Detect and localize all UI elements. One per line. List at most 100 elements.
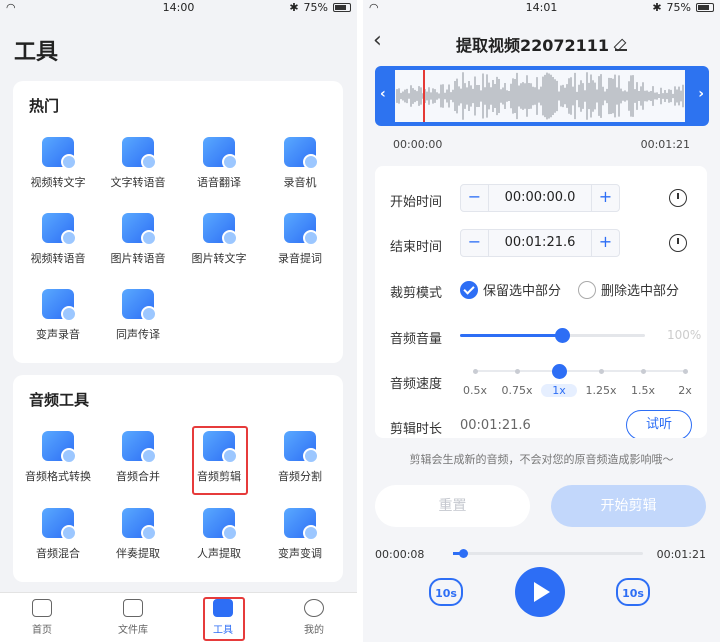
speed-tick[interactable] [683, 369, 688, 374]
speed-option[interactable]: 1x [541, 384, 577, 397]
edit-icon[interactable] [615, 39, 628, 51]
tool-icon [42, 431, 77, 464]
tool-label: 音频合并 [116, 470, 160, 483]
speed-tick[interactable] [641, 369, 646, 374]
tool-icon [42, 289, 77, 322]
delete-selection-radio[interactable]: 删除选中部分 [578, 280, 679, 299]
tool-label: 人声提取 [197, 547, 241, 560]
tool-hot-7[interactable]: 录音提词 [260, 213, 340, 266]
tool-label: 音频格式转换 [25, 470, 91, 483]
volume-slider[interactable] [460, 328, 645, 343]
preview-button[interactable]: 试听 [626, 410, 692, 438]
rewind-10s-button[interactable]: 10s [429, 578, 463, 606]
playback-progress[interactable] [453, 549, 643, 558]
start-time-stepper: − 00:00:00.0 + [460, 184, 620, 212]
tool-hot-1[interactable]: 文字转语音 [98, 137, 178, 190]
nav-me[interactable]: 我的 [284, 599, 344, 636]
speed-tick[interactable] [515, 369, 520, 374]
playback-knob[interactable] [458, 549, 468, 558]
start-time-label: 开始时间 [390, 195, 443, 210]
end-time-input[interactable]: 00:01:21.6 [489, 230, 591, 256]
speed-option[interactable]: 2x [665, 384, 705, 397]
bluetooth-icon: ✱ [289, 1, 299, 14]
speed-option[interactable]: 0.5x [455, 384, 495, 397]
tool-hot-6[interactable]: 图片转文字 [179, 213, 259, 266]
tool-audio-5[interactable]: 伴奏提取 [98, 508, 178, 561]
speed-option[interactable]: 1.25x [581, 384, 621, 397]
hot-tools-card: 热门 视频转文字 文字转语音 语音翻译 录音机视频转语音 图片转语音 图片转文字 录音提词变… [13, 81, 343, 363]
start-minus-button[interactable]: − [461, 185, 489, 211]
end-plus-button[interactable]: + [591, 230, 619, 256]
tool-label: 音频分割 [278, 470, 322, 483]
speed-slider[interactable] [473, 364, 688, 379]
tool-audio-1[interactable]: 音频合并 [98, 431, 178, 484]
tool-icon [122, 508, 157, 541]
mode-label: 裁剪模式 [390, 286, 443, 301]
start-time-input[interactable]: 00:00:00.0 [489, 185, 591, 211]
tool-audio-7[interactable]: 变声变调 [260, 508, 340, 561]
tool-label: 录音提词 [278, 252, 322, 265]
waveform[interactable] [395, 70, 685, 122]
tool-label: 图片转文字 [191, 252, 247, 265]
end-time-stepper: − 00:01:21.6 + [460, 229, 620, 257]
tool-label: 同声传译 [116, 328, 160, 341]
tool-icon [122, 137, 157, 170]
tool-hot-0[interactable]: 视频转文字 [18, 137, 98, 190]
start-reset-icon[interactable] [669, 189, 687, 207]
play-button[interactable] [515, 567, 565, 617]
hot-section-title: 热门 [29, 97, 60, 115]
checked-radio-icon [460, 280, 478, 299]
chevron-left-icon[interactable]: ‹ [380, 86, 386, 102]
tool-icon [284, 508, 319, 541]
tool-hot-2[interactable]: 语音翻译 [179, 137, 259, 190]
tool-icon [42, 137, 77, 170]
page-title: 工具 [14, 40, 59, 65]
tool-hot-4[interactable]: 视频转语音 [18, 213, 98, 266]
tool-label: 语音翻译 [197, 176, 241, 189]
nav-home[interactable]: 首页 [12, 599, 72, 636]
chevron-right-icon[interactable]: › [698, 86, 704, 102]
battery-icon [696, 3, 714, 12]
tool-icon [122, 431, 157, 464]
audio-tools-card: 音频工具 音频格式转换 音频合并 音频剪辑 音频分割 音频混合 伴奏提取 人声提取 变声变调 [13, 375, 343, 582]
tool-audio-4[interactable]: 音频混合 [18, 508, 98, 561]
speed-knob[interactable] [552, 364, 567, 379]
speed-option[interactable]: 1.5x [623, 384, 663, 397]
tool-hot-3[interactable]: 录音机 [260, 137, 340, 190]
speed-option[interactable]: 0.75x [497, 384, 537, 397]
nav-files-label: 文件库 [118, 625, 148, 636]
start-cut-button[interactable]: 开始剪辑 [551, 485, 706, 527]
nav-files[interactable]: 文件库 [103, 599, 163, 636]
forward-10s-button[interactable]: 10s [616, 578, 650, 606]
tool-hot-8[interactable]: 变声录音 [18, 289, 98, 342]
tool-icon [203, 213, 238, 246]
end-minus-button[interactable]: − [461, 230, 489, 256]
waveform-selector[interactable]: ‹ › [375, 66, 709, 126]
speed-tick[interactable] [473, 369, 478, 374]
battery-percent: 75% [303, 1, 328, 14]
file-title-text: 提取视频22072111 [455, 36, 610, 55]
wave-start-time: 00:00:00 [393, 138, 443, 151]
tool-hot-5[interactable]: 图片转语音 [98, 213, 178, 266]
tool-hot-9[interactable]: 同声传译 [98, 289, 178, 342]
volume-fill [460, 334, 562, 337]
play-total-time: 00:01:21 [656, 548, 706, 561]
keep-selection-radio[interactable]: 保留选中部分 [460, 280, 561, 299]
tool-audio-0[interactable]: 音频格式转换 [18, 431, 98, 484]
end-reset-icon[interactable] [669, 234, 687, 252]
playhead-marker[interactable] [423, 70, 425, 122]
play-current-time: 00:00:08 [375, 548, 425, 561]
wave-end-time: 00:01:21 [640, 138, 690, 151]
tool-label: 变声录音 [36, 328, 80, 341]
speed-tick[interactable] [599, 369, 604, 374]
start-plus-button[interactable]: + [591, 185, 619, 211]
volume-knob[interactable] [554, 328, 570, 343]
bluetooth-icon: ✱ [652, 1, 662, 14]
tool-audio-3[interactable]: 音频分割 [260, 431, 340, 484]
top-bar: ‹ 提取视频22072111 [363, 24, 720, 60]
tool-icon [42, 213, 77, 246]
audio-edit-screen: ◠ 14:01 ✱ 75% ‹ 提取视频22072111 ‹ › 00:00:0… [363, 0, 720, 642]
tool-label: 伴奏提取 [116, 547, 160, 560]
tool-audio-6[interactable]: 人声提取 [179, 508, 259, 561]
reset-button[interactable]: 重置 [375, 485, 530, 527]
